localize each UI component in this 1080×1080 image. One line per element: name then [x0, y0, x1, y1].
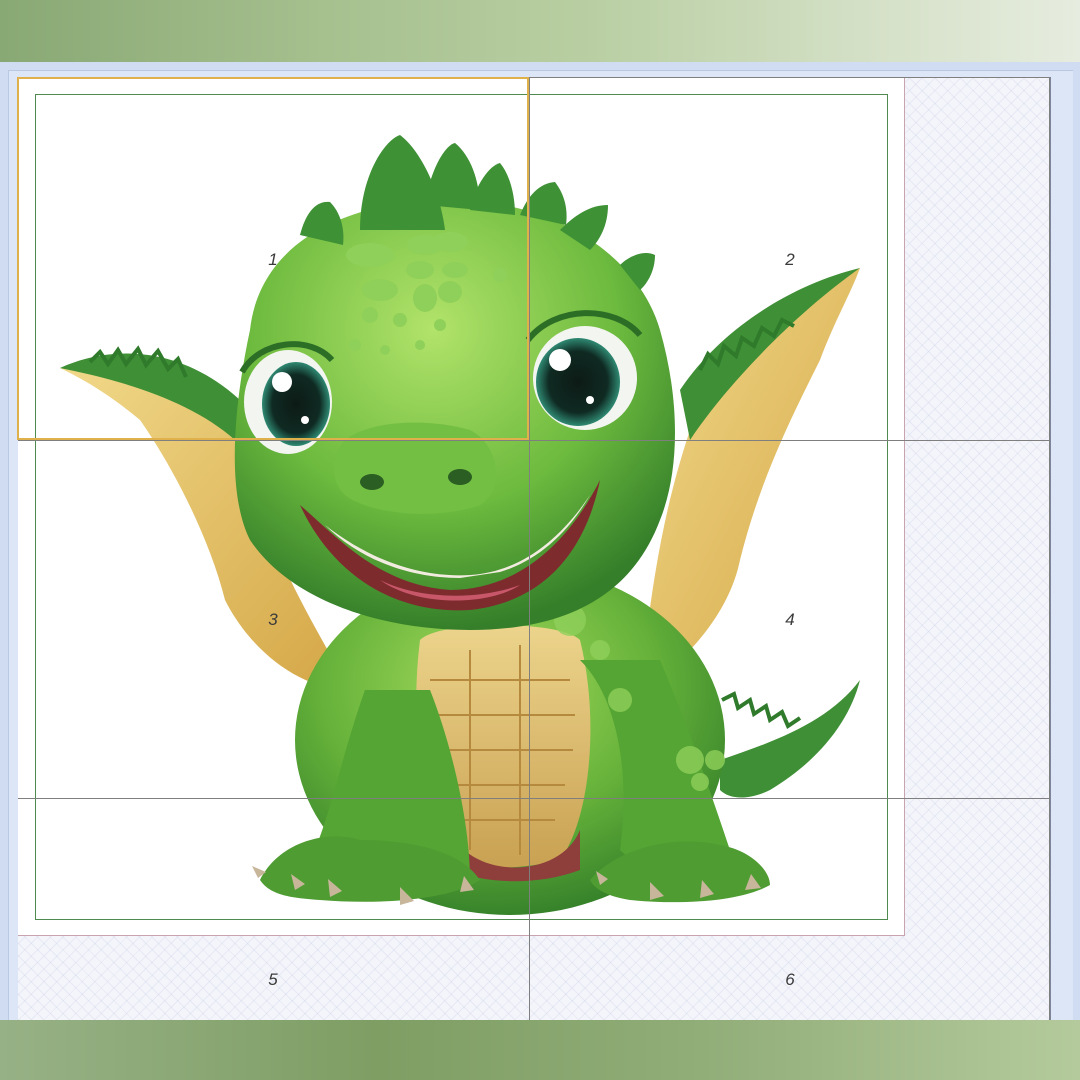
tile-divider-vertical-center: [529, 77, 530, 1020]
tile-divider-row-1: [18, 440, 1050, 441]
tile-number-4[interactable]: 4: [785, 611, 794, 628]
window-footer-band: [0, 1020, 1080, 1080]
tile-number-2[interactable]: 2: [785, 251, 794, 268]
tile-number-6[interactable]: 6: [785, 971, 794, 988]
tile-number-3[interactable]: 3: [268, 611, 277, 628]
tile-divider-vertical-right: [1049, 77, 1050, 1020]
tile-divider-row-2: [18, 798, 1050, 799]
window-header-band: [0, 0, 1080, 62]
tile-number-1[interactable]: 1: [268, 251, 277, 268]
tile-number-5[interactable]: 5: [268, 971, 277, 988]
tile-divider-top: [529, 77, 1050, 78]
